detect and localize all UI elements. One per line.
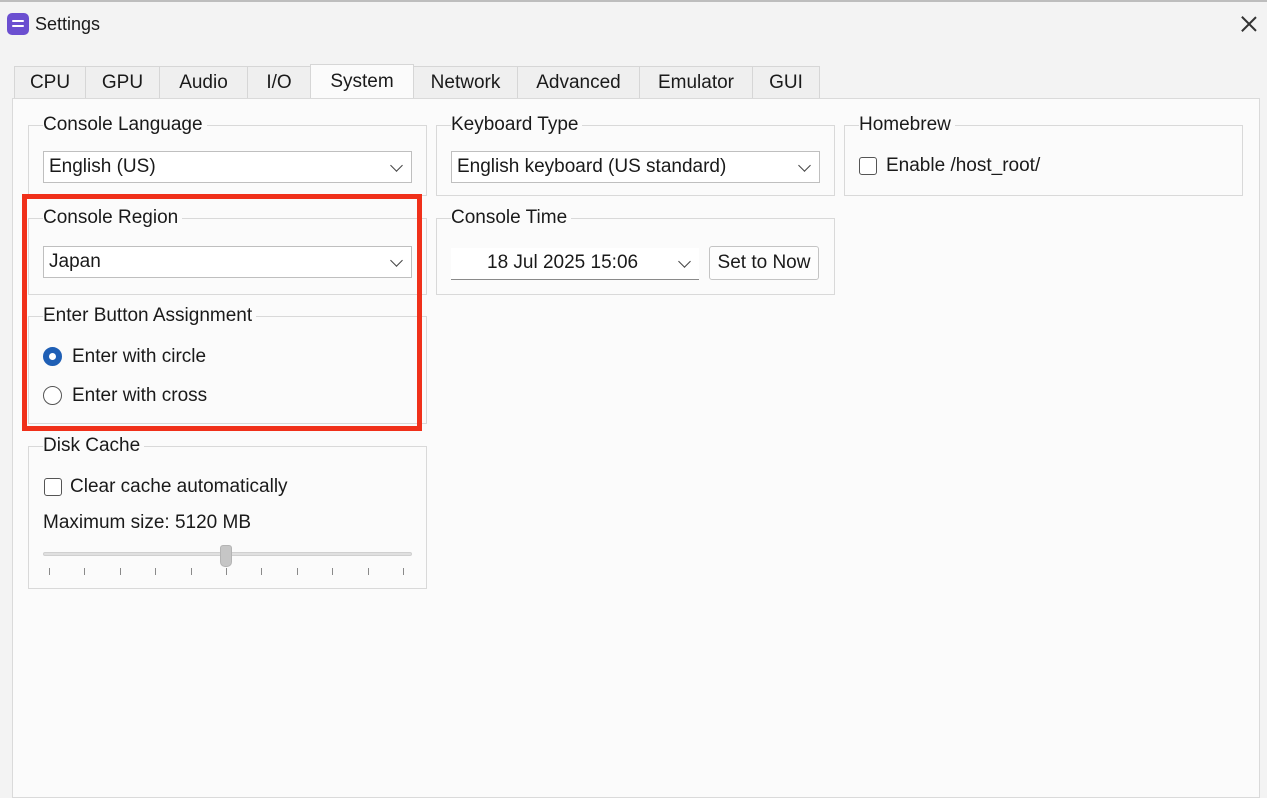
console-time-picker[interactable]: 18 Jul 2025 15:06 (451, 248, 699, 280)
console-time-value: 18 Jul 2025 15:06 (487, 252, 639, 273)
tab-emulator[interactable]: Emulator (639, 66, 753, 98)
app-icon (7, 13, 29, 35)
chevron-down-icon (390, 159, 403, 172)
chevron-down-icon (678, 255, 691, 268)
settings-window: Settings CPU GPU Audio I/O System Networ… (0, 0, 1267, 798)
tab-audio[interactable]: Audio (159, 66, 248, 98)
slider-tick (84, 568, 86, 575)
console-region-title: Console Region (43, 207, 183, 229)
keyboard-type-dropdown[interactable]: English keyboard (US standard) (451, 151, 820, 183)
enter-button-group (28, 316, 427, 424)
slider-tick (155, 568, 157, 575)
enter-cross-radio[interactable] (43, 386, 62, 405)
console-time-title: Console Time (451, 207, 572, 229)
enter-button-title: Enter Button Assignment (43, 305, 257, 327)
chevron-down-icon (390, 254, 403, 267)
tab-advanced[interactable]: Advanced (517, 66, 640, 98)
tab-cpu[interactable]: CPU (14, 66, 86, 98)
tab-bar: CPU GPU Audio I/O System Network Advance… (14, 64, 820, 99)
disk-cache-title: Disk Cache (43, 435, 145, 457)
slider-tick (296, 568, 298, 575)
homebrew-title: Homebrew (859, 114, 955, 136)
console-language-value: English (US) (49, 156, 156, 177)
tab-io[interactable]: I/O (247, 66, 311, 98)
slider-tick (403, 568, 404, 575)
slider-tick (119, 568, 121, 575)
enable-host-root-label[interactable]: Enable /host_root/ (886, 155, 1040, 177)
console-region-dropdown[interactable]: Japan (43, 246, 412, 278)
slider-tick (332, 568, 334, 575)
console-language-dropdown[interactable]: English (US) (43, 151, 412, 183)
keyboard-type-value: English keyboard (US standard) (457, 156, 727, 177)
clear-cache-checkbox[interactable] (44, 478, 62, 496)
tab-system[interactable]: System (310, 64, 414, 98)
title-bar: Settings (0, 2, 1267, 46)
console-language-title: Console Language (43, 114, 207, 136)
enter-circle-label[interactable]: Enter with circle (72, 346, 206, 368)
tab-gui[interactable]: GUI (752, 66, 820, 98)
max-size-label: Maximum size: 5120 MB (43, 512, 252, 533)
keyboard-type-title: Keyboard Type (451, 114, 583, 136)
tab-network[interactable]: Network (413, 66, 518, 98)
cache-size-slider-handle[interactable] (220, 545, 232, 567)
slider-tick (367, 568, 369, 575)
tab-gpu[interactable]: GPU (85, 66, 160, 98)
console-region-value: Japan (49, 251, 101, 272)
enter-circle-radio[interactable] (43, 347, 62, 366)
clear-cache-label[interactable]: Clear cache automatically (70, 476, 288, 498)
slider-tick (226, 568, 227, 575)
slider-tick (190, 568, 192, 575)
enter-cross-label[interactable]: Enter with cross (72, 385, 207, 407)
slider-tick (261, 568, 263, 575)
close-icon[interactable] (1235, 10, 1263, 38)
set-to-now-button[interactable]: Set to Now (709, 246, 819, 280)
slider-tick (49, 568, 50, 575)
enable-host-root-checkbox[interactable] (859, 157, 877, 175)
chevron-down-icon (798, 159, 811, 172)
window-title: Settings (35, 14, 101, 34)
